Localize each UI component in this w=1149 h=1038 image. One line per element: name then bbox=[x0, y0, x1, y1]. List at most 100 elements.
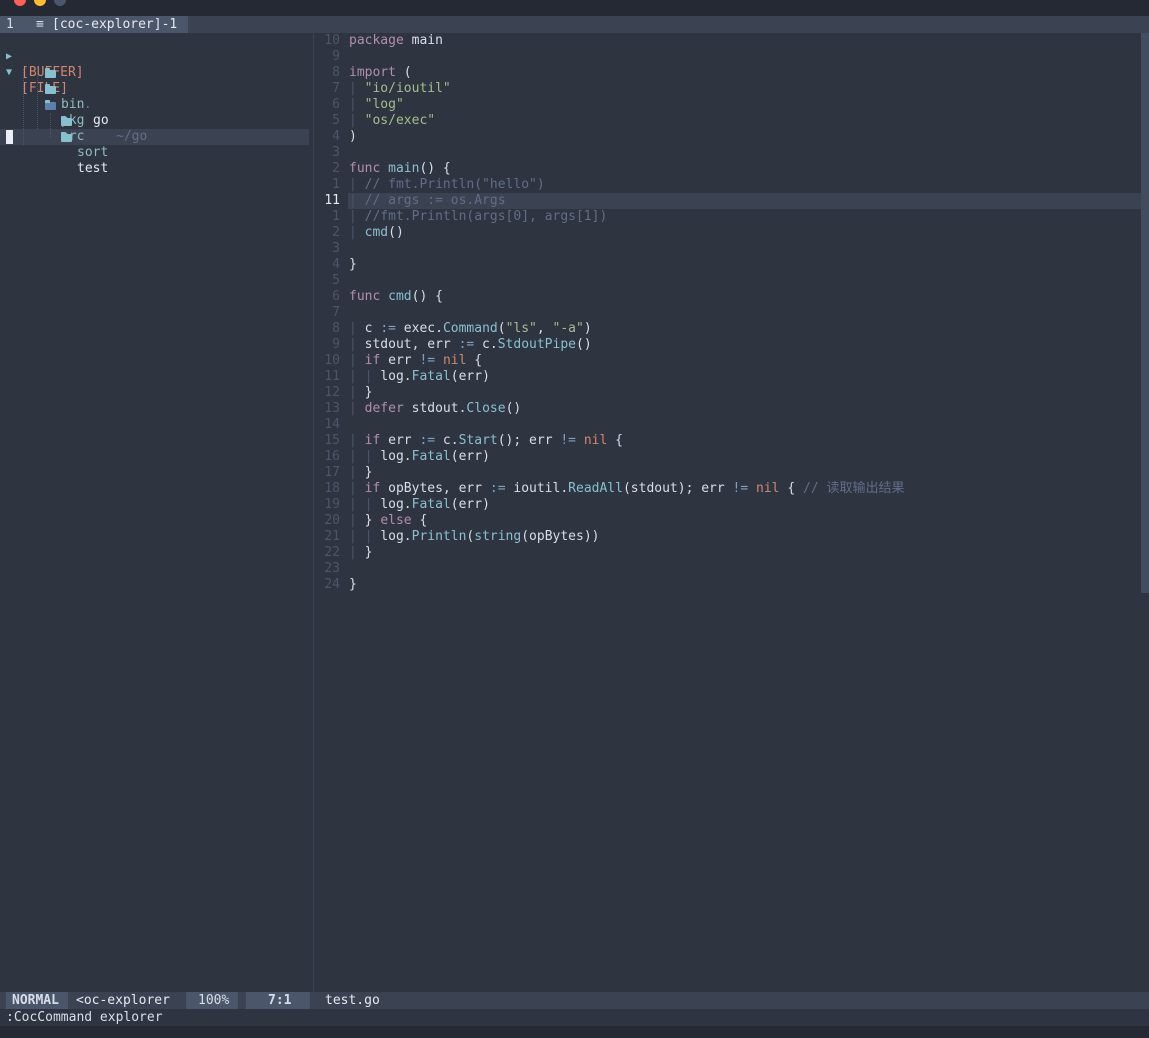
code-token: import bbox=[349, 65, 396, 80]
explorer-buffer-root[interactable]: ▶ [BUFFER] bbox=[0, 33, 309, 80]
code-line[interactable]: | | log.Println(string(opBytes)) bbox=[349, 529, 600, 545]
line-number: 4 bbox=[332, 257, 340, 272]
code-token: StdoutPipe bbox=[497, 337, 576, 352]
code-token: () bbox=[505, 401, 522, 416]
code-line[interactable]: | // args := os.Args bbox=[349, 193, 506, 209]
code-token: | bbox=[349, 481, 365, 496]
code-line[interactable]: func main() { bbox=[349, 161, 451, 177]
code-token: if bbox=[364, 481, 381, 496]
code-line[interactable]: func cmd() { bbox=[349, 289, 443, 305]
line-number: 8 bbox=[332, 321, 340, 336]
close-window-icon[interactable] bbox=[14, 0, 26, 6]
code-token: func bbox=[349, 161, 381, 176]
mode-indicator: NORMAL bbox=[6, 992, 68, 1009]
code-line[interactable]: | //fmt.Println(args[0], args[1]) bbox=[349, 209, 607, 225]
command-line[interactable]: :CocCommand explorer bbox=[0, 1009, 1149, 1026]
code-token: { bbox=[466, 353, 483, 368]
code-token: main bbox=[388, 161, 420, 176]
code-token: c bbox=[364, 321, 381, 336]
code-line[interactable]: | | log.Fatal(err) bbox=[349, 497, 490, 513]
code-token: { bbox=[411, 513, 428, 528]
line-number: 18 bbox=[324, 481, 340, 496]
code-token: | bbox=[349, 97, 365, 112]
code-line[interactable]: | if opBytes, err := ioutil.ReadAll(stdo… bbox=[349, 481, 904, 497]
code-line[interactable]: | if err != nil { bbox=[349, 353, 482, 369]
explorer-item-pkg[interactable]: pkg bbox=[0, 81, 309, 128]
code-token: | bbox=[349, 193, 365, 208]
code-line[interactable]: | if err := c.Start(); err != nil { bbox=[349, 433, 623, 449]
code-line[interactable]: | | log.Fatal(err) bbox=[349, 369, 490, 385]
code-token: if bbox=[364, 353, 381, 368]
code-token: ) bbox=[583, 321, 592, 336]
code-line[interactable]: } bbox=[349, 577, 357, 593]
code-line[interactable]: | "log" bbox=[349, 97, 404, 113]
code-token: | bbox=[349, 113, 365, 128]
code-token: exec. bbox=[395, 321, 443, 336]
code-line[interactable]: | // fmt.Println("hello") bbox=[349, 177, 545, 193]
code-token: | | bbox=[349, 497, 381, 512]
code-token: | bbox=[349, 337, 365, 352]
explorer-file-root[interactable]: ▼ [FILE] .. go ~/go bbox=[0, 49, 309, 144]
code-line[interactable]: package main bbox=[349, 33, 443, 49]
code-token: opBytes, err bbox=[380, 481, 490, 496]
folder-open-icon bbox=[45, 100, 56, 110]
code-line[interactable]: | cmd() bbox=[349, 225, 404, 241]
code-line[interactable]: | } bbox=[349, 385, 372, 401]
code-line[interactable]: | defer stdout.Close() bbox=[349, 401, 521, 417]
code-token: nil bbox=[583, 433, 608, 448]
code-token: Close bbox=[466, 401, 506, 416]
line-number: 20 bbox=[324, 513, 340, 528]
code-token: | bbox=[349, 545, 365, 560]
line-number: 5 bbox=[332, 113, 340, 128]
code-line[interactable]: | } bbox=[349, 465, 372, 481]
explorer-item-bin[interactable]: bin bbox=[0, 65, 309, 112]
zoom-window-icon[interactable] bbox=[54, 0, 66, 6]
code-token: "io/ioutil" bbox=[364, 81, 451, 96]
line-number: 17 bbox=[324, 465, 340, 480]
explorer-item-src[interactable]: src bbox=[0, 97, 309, 144]
window-title-bar bbox=[0, 0, 1149, 16]
explorer-item-test[interactable]: test bbox=[0, 129, 309, 176]
editor-scrollbar[interactable] bbox=[1141, 33, 1149, 593]
code-token: Start bbox=[458, 433, 498, 448]
code-line[interactable]: | } else { bbox=[349, 513, 427, 529]
tab-label[interactable]: [coc-explorer]-1 bbox=[52, 17, 177, 32]
code-token: () bbox=[388, 225, 404, 240]
code-line[interactable]: } bbox=[349, 257, 357, 273]
line-number: 4 bbox=[332, 129, 340, 144]
line-number: 3 bbox=[332, 145, 340, 160]
code-line[interactable]: | | log.Fatal(err) bbox=[349, 449, 490, 465]
code-line[interactable]: | } bbox=[349, 545, 372, 561]
code-token: := bbox=[419, 433, 436, 448]
minimize-window-icon[interactable] bbox=[34, 0, 46, 6]
code-token: "log" bbox=[364, 97, 404, 112]
code-token: != bbox=[419, 353, 436, 368]
item-label: sort bbox=[77, 145, 109, 160]
code-line[interactable]: import ( bbox=[349, 65, 412, 81]
code-token: | bbox=[349, 209, 365, 224]
code-line[interactable]: ) bbox=[349, 129, 357, 145]
code-token: nil bbox=[442, 353, 467, 368]
status-file-name: test.go bbox=[325, 993, 380, 1008]
explorer-item-sort[interactable]: sort bbox=[0, 113, 309, 160]
code-token: := bbox=[380, 321, 396, 336]
line-number: 5 bbox=[332, 273, 340, 288]
code-token: } bbox=[364, 465, 373, 480]
code-token: stdout, err bbox=[364, 337, 459, 352]
line-number: 9 bbox=[332, 337, 340, 352]
code-token: Println bbox=[411, 529, 467, 544]
code-token: stdout. bbox=[403, 401, 467, 416]
code-token: err bbox=[380, 353, 420, 368]
list-icon: ≡ bbox=[36, 17, 44, 32]
code-line[interactable]: | "os/exec" bbox=[349, 113, 435, 129]
bottom-bar bbox=[0, 1026, 1149, 1038]
code-line[interactable]: | c := exec.Command("ls", "-a") bbox=[349, 321, 592, 337]
code-token: "os/exec" bbox=[364, 113, 436, 128]
code-token: , bbox=[536, 321, 553, 336]
code-line[interactable]: | "io/ioutil" bbox=[349, 81, 451, 97]
code-editor[interactable]: 10 9 8 7 6 5 4 3 2 1 11 1 2 3 4 5 6 7 8 9 10 11 12 13 14 15 16 17 18… bbox=[314, 33, 1149, 992]
code-line[interactable]: | stdout, err := c.StdoutPipe() bbox=[349, 337, 592, 353]
